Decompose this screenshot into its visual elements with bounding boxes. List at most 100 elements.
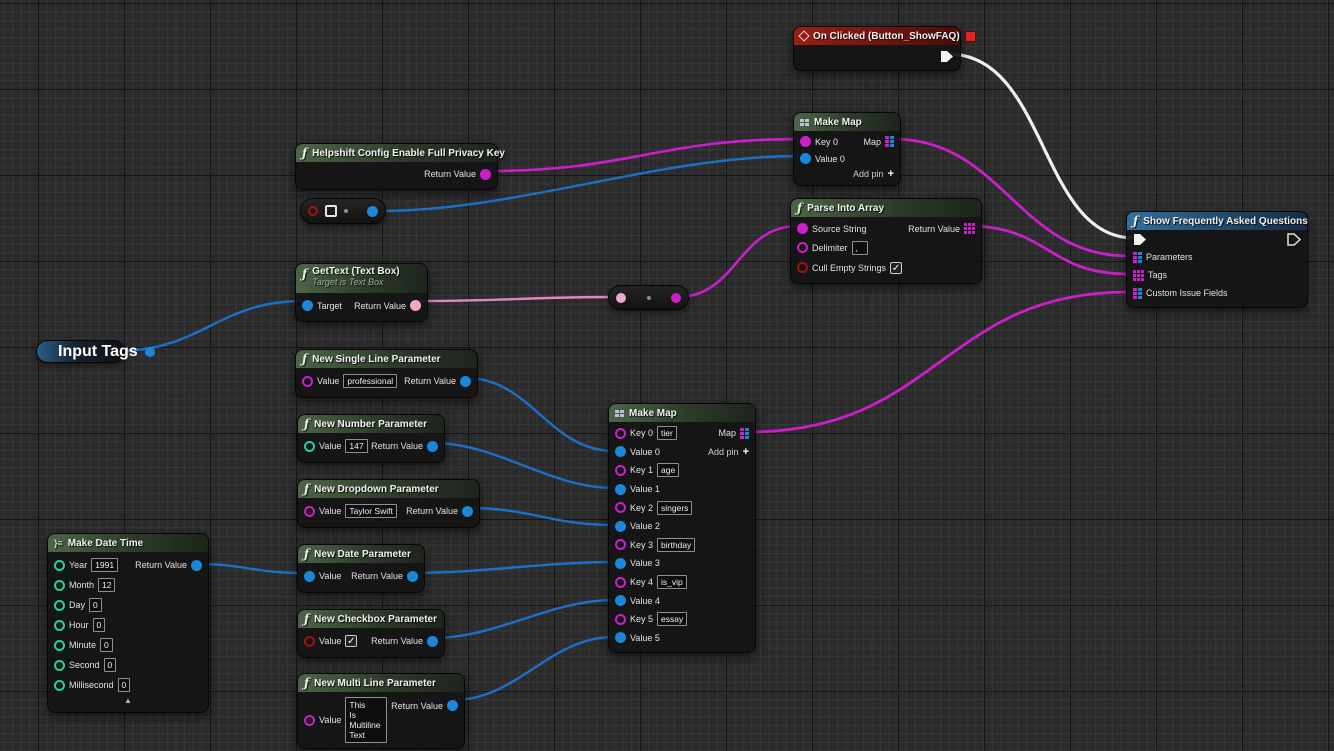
value-pin[interactable]: [304, 441, 315, 452]
year-pin[interactable]: [54, 560, 65, 571]
wire-singleline-to-value0[interactable]: [466, 378, 614, 451]
blueprint-graph-canvas[interactable]: On Clicked (Button_ShowFAQ) Make Map Key…: [0, 0, 1334, 751]
delimiter-input[interactable]: ,: [852, 241, 868, 255]
day-input[interactable]: 0: [89, 598, 102, 612]
wire-conversion-to-parse-source[interactable]: [677, 226, 798, 297]
return-value-pin[interactable]: [462, 506, 473, 517]
millisecond-pin[interactable]: [54, 680, 65, 691]
exec-out-pin[interactable]: [940, 50, 954, 63]
key1-input[interactable]: age: [657, 463, 679, 477]
value5-pin[interactable]: [615, 632, 626, 643]
node-new-multi-line-parameter[interactable]: ƒ New Multi Line Parameter Value This Is…: [297, 673, 465, 749]
node-header[interactable]: ƒ New Multi Line Parameter: [298, 674, 464, 692]
node-new-number-parameter[interactable]: ƒ New Number Parameter Value 147 Return …: [297, 414, 445, 463]
node-make-map-custom-fields[interactable]: Make Map Key 0 tier Map Value 0 Add pin+…: [608, 403, 756, 653]
key4-input[interactable]: is_vip: [657, 575, 687, 589]
tags-array-pin[interactable]: [1133, 270, 1144, 281]
key5-input[interactable]: essay: [657, 612, 687, 626]
return-value-pin[interactable]: [427, 441, 438, 452]
node-new-checkbox-parameter[interactable]: ƒ New Checkbox Parameter Value ✓ Return …: [297, 609, 445, 658]
node-header[interactable]: Make Map: [609, 404, 755, 422]
key3-pin[interactable]: [615, 539, 626, 550]
value-pin[interactable]: [304, 506, 315, 517]
wire-dateparam-to-value3[interactable]: [413, 562, 614, 573]
value1-pin[interactable]: [615, 484, 626, 495]
collapse-arrow[interactable]: ▲: [48, 695, 208, 707]
value3-pin[interactable]: [615, 558, 626, 569]
wire-multiline-to-value5[interactable]: [453, 637, 614, 700]
node-header[interactable]: ƒ New Date Parameter: [298, 545, 424, 563]
value-input[interactable]: Taylor Swift: [345, 504, 396, 518]
day-pin[interactable]: [54, 600, 65, 611]
month-pin[interactable]: [54, 580, 65, 591]
minute-input[interactable]: 0: [100, 638, 113, 652]
return-value-pin[interactable]: [407, 571, 418, 582]
value2-pin[interactable]: [615, 521, 626, 532]
node-text-to-string-conversion[interactable]: [608, 285, 689, 310]
map-output-pin[interactable]: [885, 136, 894, 147]
delimiter-pin[interactable]: [797, 242, 808, 253]
node-new-dropdown-parameter[interactable]: ƒ New Dropdown Parameter Value Taylor Sw…: [297, 479, 480, 528]
node-on-clicked-event[interactable]: On Clicked (Button_ShowFAQ): [793, 26, 961, 71]
value-input[interactable]: 147: [345, 439, 367, 453]
node-header[interactable]: Make Map: [794, 113, 900, 131]
node-helpshift-config-key[interactable]: ƒ Helpshift Config Enable Full Privacy K…: [295, 143, 498, 190]
return-value-pin[interactable]: [410, 300, 421, 311]
add-pin-button[interactable]: +: [743, 446, 749, 458]
node-input-tags-variable[interactable]: Input Tags: [36, 340, 125, 363]
text-input-pin[interactable]: [616, 293, 626, 303]
node-show-faq[interactable]: ƒ Show Frequently Asked Questions Parame…: [1126, 211, 1308, 308]
output-pin[interactable]: [145, 347, 155, 357]
key0-pin[interactable]: [800, 136, 811, 147]
node-make-date-time[interactable]: }≡ Make Date Time Year 1991 Return Value…: [47, 533, 209, 713]
map-output-pin[interactable]: [740, 428, 749, 439]
wire-makemap2-to-customissuefields[interactable]: [748, 292, 1128, 432]
value-multiline-input[interactable]: This Is Multiline Text: [345, 697, 387, 743]
cull-checkbox-checked[interactable]: ✓: [890, 262, 902, 274]
millisecond-input[interactable]: 0: [118, 678, 131, 692]
second-pin[interactable]: [54, 660, 65, 671]
custom-issue-fields-map-pin[interactable]: [1133, 288, 1142, 299]
add-pin-button[interactable]: +: [888, 168, 894, 180]
second-input[interactable]: 0: [104, 658, 117, 672]
node-make-map-parameters[interactable]: Make Map Key 0 Map Value 0 Add pin+: [793, 112, 901, 186]
node-new-single-line-parameter[interactable]: ƒ New Single Line Parameter Value profes…: [295, 349, 478, 398]
return-value-pin[interactable]: [480, 169, 491, 180]
output-pin[interactable]: [367, 206, 378, 217]
node-header[interactable]: ƒ New Checkbox Parameter: [298, 610, 444, 628]
delegate-pin[interactable]: [965, 31, 976, 42]
value0-pin[interactable]: [800, 153, 811, 164]
value-pin[interactable]: [304, 636, 315, 647]
key0-pin[interactable]: [615, 428, 626, 439]
string-array-output-pin[interactable]: [964, 223, 975, 234]
node-header[interactable]: }≡ Make Date Time: [48, 534, 208, 552]
target-pin[interactable]: [302, 300, 313, 311]
return-value-pin[interactable]: [427, 636, 438, 647]
key1-pin[interactable]: [615, 465, 626, 476]
wire-checkbox-to-value4[interactable]: [433, 600, 614, 638]
bool-checkbox-unchecked[interactable]: [325, 205, 337, 217]
node-header[interactable]: ƒ Helpshift Config Enable Full Privacy K…: [296, 144, 497, 162]
key2-pin[interactable]: [615, 502, 626, 513]
source-string-pin[interactable]: [797, 223, 808, 234]
node-parse-into-array[interactable]: ƒ Parse Into Array Source String Return …: [790, 198, 982, 284]
value-checkbox-checked[interactable]: ✓: [345, 635, 357, 647]
value-pin[interactable]: [304, 571, 315, 582]
wire-dropdown-to-value2[interactable]: [468, 508, 614, 525]
value-input[interactable]: professional: [343, 374, 397, 388]
node-header[interactable]: ƒ GetText (Text Box)Target is Text Box: [296, 264, 427, 293]
key2-input[interactable]: singers: [657, 501, 692, 515]
node-header[interactable]: ƒ New Number Parameter: [298, 415, 444, 433]
node-bool-literal[interactable]: [300, 198, 386, 224]
wire-gettext-to-conversion[interactable]: [419, 297, 618, 301]
wire-makedatetime-to-dateparam[interactable]: [197, 564, 302, 573]
year-input[interactable]: 1991: [91, 558, 118, 572]
cull-empty-strings-pin[interactable]: [797, 262, 808, 273]
parameters-map-pin[interactable]: [1133, 252, 1142, 263]
key0-input[interactable]: tier: [657, 426, 677, 440]
value0-pin[interactable]: [615, 446, 626, 457]
bool-input-pin[interactable]: [308, 206, 318, 216]
value-pin[interactable]: [304, 715, 315, 726]
exec-in-pin[interactable]: [1133, 233, 1147, 246]
wire-helpshift-to-makemap-key0[interactable]: [489, 139, 799, 171]
